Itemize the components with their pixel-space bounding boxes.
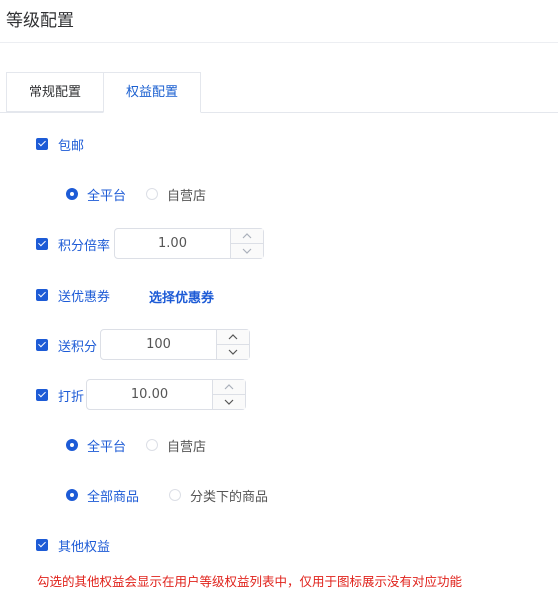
points-multiplier-row: 积分倍率 [36, 229, 110, 259]
discount-row: 打折 [36, 380, 84, 410]
stepper-controls [212, 380, 245, 409]
discount-stepper[interactable]: 10.00 [86, 379, 246, 410]
coupon-checkbox[interactable] [36, 289, 48, 301]
decrease-button[interactable] [217, 345, 249, 359]
stepper-controls [230, 229, 263, 258]
free-shipping-all-platform-label[interactable]: 全平台 [87, 185, 126, 204]
discount-goods-scope: 全部商品 分类下的商品 [66, 480, 268, 510]
coupon-label[interactable]: 送优惠券 [58, 286, 110, 305]
points-multiplier-input[interactable]: 1.00 [115, 229, 230, 258]
other-benefits-row: 其他权益 [36, 530, 110, 560]
discount-label[interactable]: 打折 [58, 386, 84, 405]
discount-checkbox[interactable] [36, 389, 48, 401]
give-points-stepper[interactable]: 100 [100, 329, 250, 360]
free-shipping-self-store-label[interactable]: 自营店 [167, 185, 206, 204]
discount-category-goods-label[interactable]: 分类下的商品 [190, 486, 268, 505]
free-shipping-all-platform-radio[interactable] [66, 188, 78, 200]
chevron-up-icon [242, 233, 252, 239]
select-coupon-link[interactable]: 选择优惠券 [149, 287, 214, 306]
points-multiplier-label[interactable]: 积分倍率 [58, 235, 110, 254]
chevron-down-icon [224, 399, 234, 405]
tab-general-config[interactable]: 常规配置 [6, 72, 103, 112]
other-benefits-notice: 勾选的其他权益会显示在用户等级权益列表中，仅用于图标展示没有对应功能 [37, 574, 463, 589]
chevron-down-icon [228, 349, 238, 355]
chevron-down-icon [242, 248, 252, 254]
decrease-button[interactable] [231, 244, 263, 258]
other-benefits-checkbox[interactable] [36, 539, 48, 551]
free-shipping-row: 包邮 [36, 129, 84, 159]
points-multiplier-checkbox[interactable] [36, 238, 48, 250]
give-points-label[interactable]: 送积分 [58, 336, 97, 355]
give-points-input[interactable]: 100 [101, 330, 216, 359]
discount-all-goods-label[interactable]: 全部商品 [87, 486, 139, 505]
increase-button[interactable] [217, 330, 249, 345]
discount-platform-scope: 全平台 自营店 [66, 430, 206, 460]
chevron-up-icon [228, 334, 238, 340]
free-shipping-self-store-radio[interactable] [146, 188, 159, 200]
discount-input[interactable]: 10.00 [87, 380, 212, 409]
increase-button[interactable] [213, 380, 245, 395]
discount-self-store-radio[interactable] [146, 439, 159, 451]
points-multiplier-stepper[interactable]: 1.00 [114, 228, 264, 259]
discount-self-store-label[interactable]: 自营店 [167, 436, 206, 455]
give-points-row: 送积分 [36, 330, 97, 360]
coupon-row: 送优惠券 [36, 280, 110, 310]
stepper-controls [216, 330, 249, 359]
tab-benefit-config[interactable]: 权益配置 [103, 72, 201, 113]
discount-category-goods-radio[interactable] [169, 489, 182, 501]
chevron-up-icon [224, 384, 234, 390]
tab-bar-baseline [0, 112, 558, 113]
discount-all-platform-label[interactable]: 全平台 [87, 436, 126, 455]
decrease-button[interactable] [213, 395, 245, 409]
other-benefits-label[interactable]: 其他权益 [58, 536, 110, 555]
increase-button[interactable] [231, 229, 263, 244]
title-divider [0, 42, 558, 43]
page-title: 等级配置 [6, 11, 74, 31]
discount-all-platform-radio[interactable] [66, 439, 78, 451]
free-shipping-label[interactable]: 包邮 [58, 135, 84, 154]
discount-all-goods-radio[interactable] [66, 489, 78, 501]
free-shipping-checkbox[interactable] [36, 138, 48, 150]
free-shipping-scope: 全平台 自营店 [66, 179, 206, 209]
give-points-checkbox[interactable] [36, 339, 48, 351]
